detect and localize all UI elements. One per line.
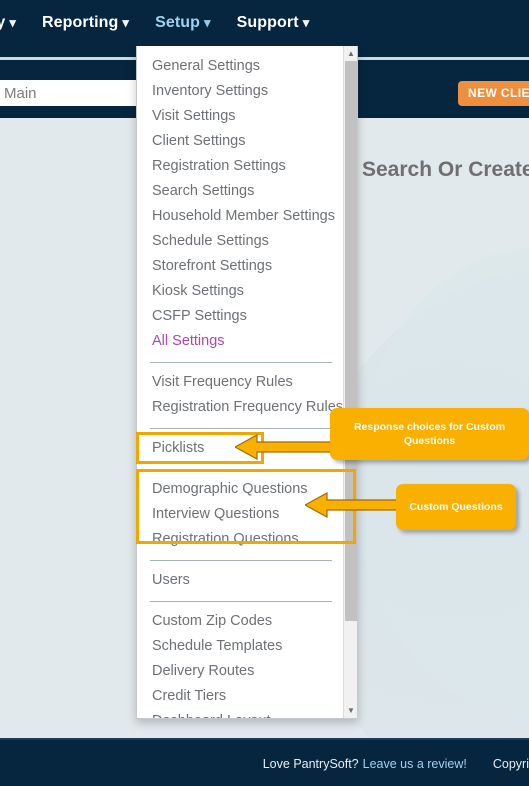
page-footer: Love PantrySoft? Leave us a review! Copy…: [0, 738, 529, 786]
menu-item-all-settings[interactable]: All Settings: [137, 329, 345, 354]
nav-item-support[interactable]: Support ▾: [224, 0, 323, 45]
nav-item-setup[interactable]: Setup ▾: [142, 0, 224, 45]
app-root: Main NEW CLIE Search Or Create ry▾Report…: [0, 0, 529, 786]
menu-item-registration-questions[interactable]: Registration Questions: [137, 527, 345, 552]
nav-item-ry[interactable]: ry▾: [0, 0, 29, 45]
nav-item-label: ry: [0, 14, 6, 31]
menu-item-schedule-templates[interactable]: Schedule Templates: [137, 634, 345, 659]
scroll-down-arrow-icon[interactable]: ▼: [344, 703, 357, 718]
footer-content: Love PantrySoft? Leave us a review! Copy…: [0, 740, 529, 786]
menu-item-kiosk-settings[interactable]: Kiosk Settings: [137, 279, 345, 304]
chevron-down-icon: ▾: [122, 15, 130, 30]
menu-item-custom-zip-codes[interactable]: Custom Zip Codes: [137, 609, 345, 634]
dropdown-scrollbar[interactable]: ▲ ▼: [343, 46, 357, 718]
nav-item-label: Support: [236, 14, 299, 31]
menu-item-delivery-routes[interactable]: Delivery Routes: [137, 659, 345, 684]
menu-divider: [150, 428, 332, 429]
setup-menu-list: General Settings Inventory Settings Visit …: [137, 46, 345, 718]
top-navbar: ry▾Reporting▾Setup▾Support▾: [0, 0, 529, 45]
page-title: Search Or Create: [362, 158, 529, 181]
menu-divider: [150, 601, 332, 602]
nav-item-reporting[interactable]: Reporting ▾: [29, 0, 142, 45]
callout-picklists: Response choices for Custom Questions: [330, 408, 529, 460]
scrollbar-thumb[interactable]: [345, 61, 357, 621]
nav-item-list: ry▾Reporting▾Setup▾Support▾: [0, 0, 529, 45]
menu-item-csfp-settings[interactable]: CSFP Settings: [137, 304, 345, 329]
nav-item-label: Reporting: [41, 14, 119, 31]
menu-item-registration-settings[interactable]: Registration Settings: [137, 154, 345, 179]
menu-item-search-settings[interactable]: Search Settings: [137, 179, 345, 204]
menu-divider: [150, 560, 332, 561]
new-client-button[interactable]: NEW CLIE: [458, 81, 529, 106]
menu-item-credit-tiers[interactable]: Credit Tiers: [137, 684, 345, 709]
scroll-up-arrow-icon[interactable]: ▲: [344, 46, 357, 61]
menu-item-inventory-settings[interactable]: Inventory Settings: [137, 79, 345, 104]
menu-item-users[interactable]: Users: [137, 568, 345, 593]
setup-dropdown-menu: General Settings Inventory Settings Visit …: [136, 46, 358, 719]
footer-love-text: Love PantrySoft?: [262, 757, 359, 771]
footer-copyright: Copyri: [492, 757, 529, 771]
menu-item-registration-frequency-rules[interactable]: Registration Frequency Rules: [137, 395, 345, 420]
menu-item-visit-frequency-rules[interactable]: Visit Frequency Rules: [137, 370, 345, 395]
menu-divider: [150, 469, 332, 470]
footer-review-link[interactable]: Leave us a review!: [363, 757, 467, 771]
search-input[interactable]: Main: [0, 80, 152, 106]
menu-item-general-settings[interactable]: General Settings: [137, 54, 345, 79]
menu-item-storefront-settings[interactable]: Storefront Settings: [137, 254, 345, 279]
menu-item-schedule-settings[interactable]: Schedule Settings: [137, 229, 345, 254]
menu-item-visit-settings[interactable]: Visit Settings: [137, 104, 345, 129]
menu-item-dashboard-layout[interactable]: Dashboard Layout: [137, 709, 345, 718]
menu-item-household-member-settings[interactable]: Household Member Settings: [137, 204, 345, 229]
nav-item-label: Setup: [155, 14, 201, 31]
menu-divider: [150, 362, 332, 363]
chevron-down-icon: ▾: [9, 15, 16, 30]
menu-item-client-settings[interactable]: Client Settings: [137, 129, 345, 154]
arrow-to-picklists-icon: [235, 434, 335, 460]
callout-custom-questions: Custom Questions: [396, 484, 516, 530]
chevron-down-icon: ▾: [302, 15, 310, 30]
arrow-to-custom-questions-icon: [305, 492, 405, 518]
chevron-down-icon: ▾: [204, 15, 211, 30]
